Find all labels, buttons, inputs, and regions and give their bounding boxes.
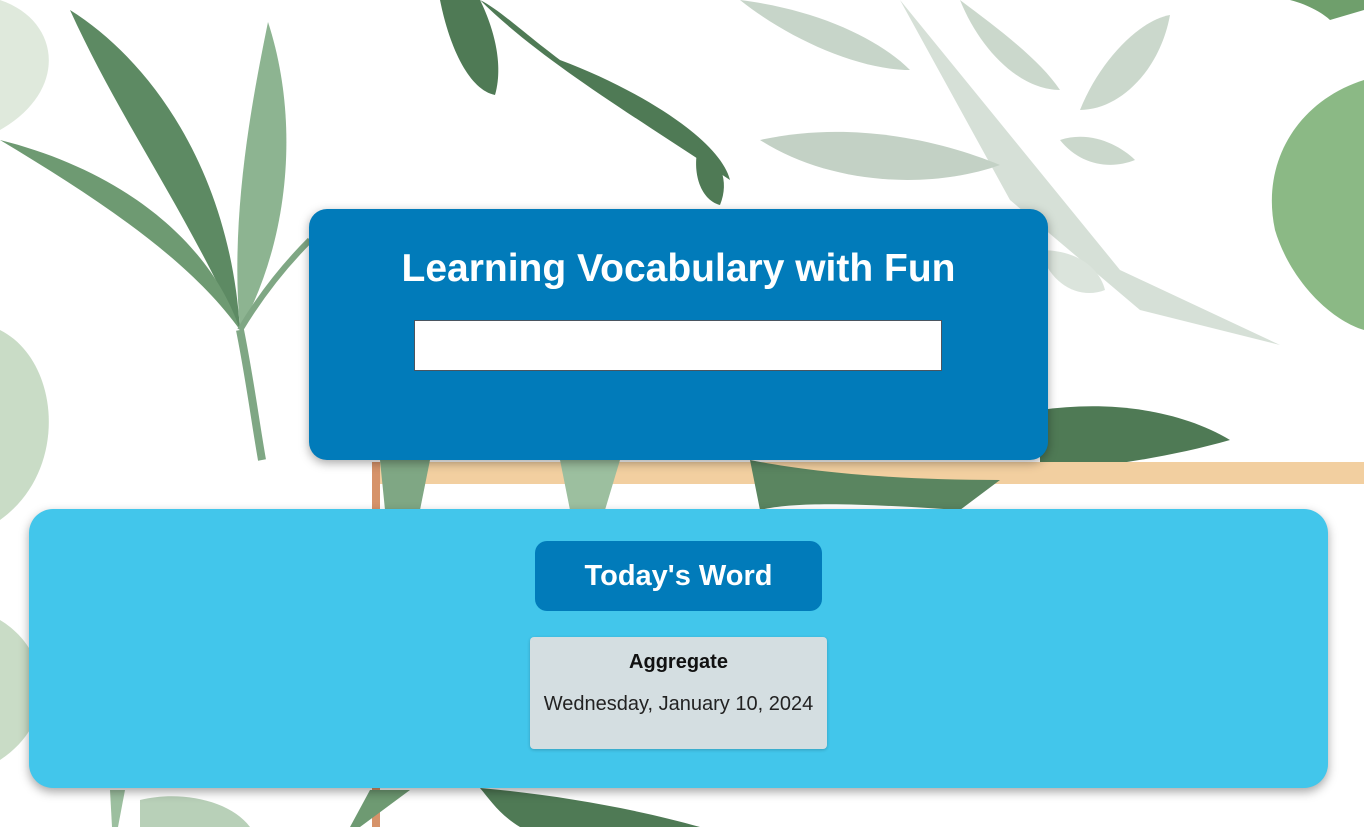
word-title: Aggregate <box>629 651 728 673</box>
word-date: Wednesday, January 10, 2024 <box>543 693 814 715</box>
word-card: Aggregate Wednesday, January 10, 2024 <box>530 637 827 749</box>
todays-word-panel: Today's Word Aggregate Wednesday, Januar… <box>29 509 1328 788</box>
todays-word-button[interactable]: Today's Word <box>535 541 822 611</box>
header-card: Learning Vocabulary with Fun <box>309 209 1048 460</box>
app-title: Learning Vocabulary with Fun <box>401 247 956 290</box>
search-input[interactable] <box>414 320 942 371</box>
